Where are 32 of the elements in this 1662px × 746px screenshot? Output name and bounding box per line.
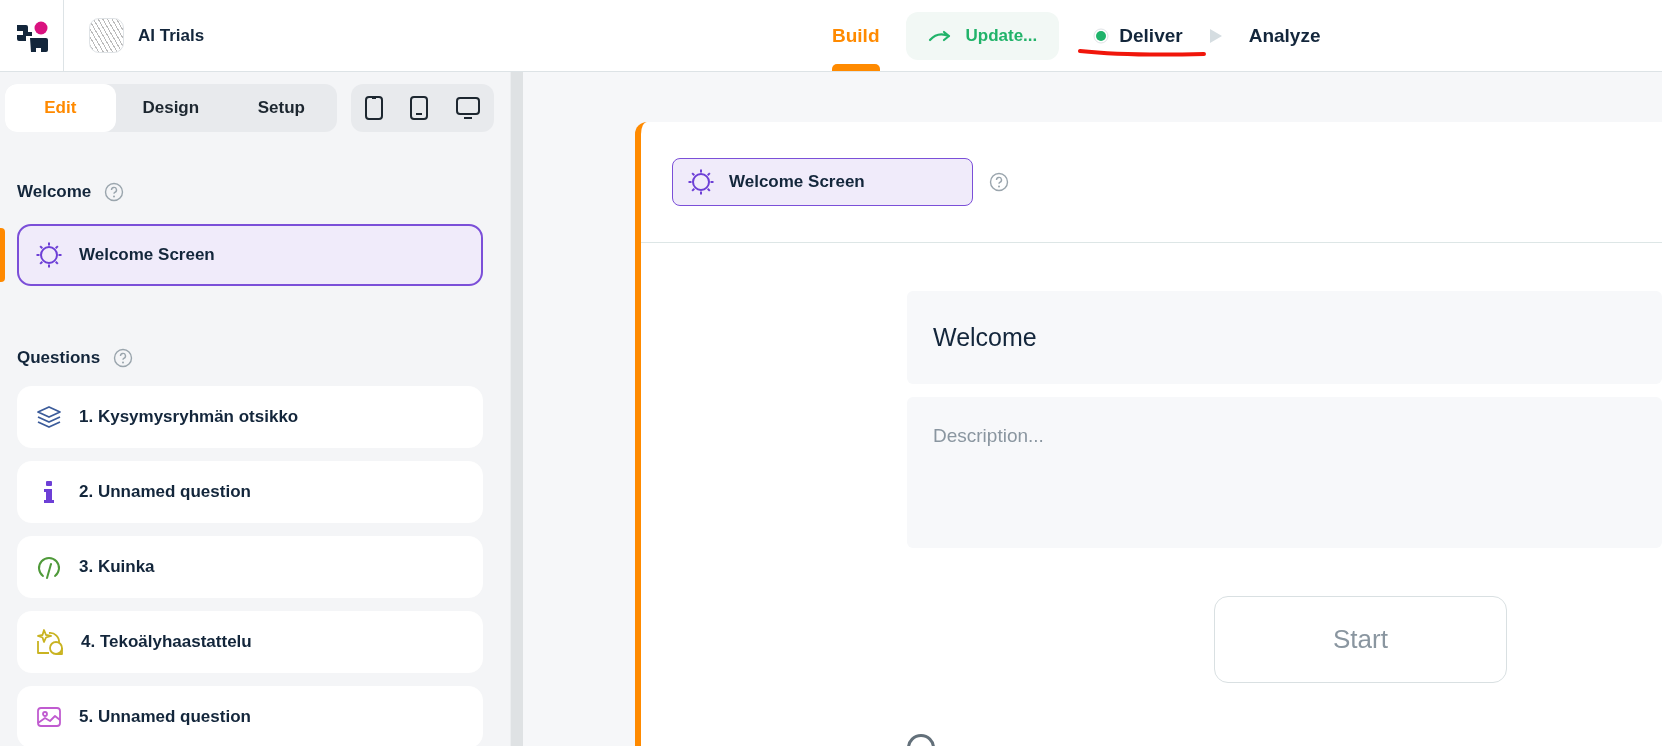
sun-icon [35, 241, 63, 269]
scrollbar[interactable] [510, 72, 523, 746]
sun-icon [687, 168, 715, 196]
mode-tab[interactable]: Setup [226, 84, 337, 132]
selection-indicator [0, 228, 5, 282]
play-icon [1208, 27, 1223, 44]
nav-tab[interactable]: Analyze [1248, 0, 1321, 71]
arrow-icon [927, 28, 952, 43]
help-icon[interactable] [104, 182, 125, 202]
layers-icon [35, 403, 63, 431]
nav-tab[interactable]: Deliver [1093, 0, 1183, 71]
welcome-item[interactable]: Welcome Screen [17, 224, 483, 286]
sparkle-chat-icon [35, 627, 65, 657]
question-item[interactable]: 5. Unnamed question [17, 686, 483, 746]
section-title: Questions [17, 348, 101, 368]
screen-chip: Welcome Screen [672, 158, 973, 206]
help-icon[interactable] [113, 348, 134, 368]
mode-tab[interactable]: Design [115, 84, 227, 132]
tablet-icon[interactable] [409, 95, 430, 121]
status-dot-icon [1093, 27, 1110, 44]
question-item[interactable]: 1. Kysymysryhmän otsikko [17, 386, 483, 448]
title-field[interactable]: Welcome [907, 291, 1662, 384]
section-title: Welcome [17, 182, 92, 202]
desktop-icon[interactable] [455, 95, 482, 121]
phone-icon[interactable] [363, 95, 384, 121]
description-field[interactable]: Description... [907, 397, 1662, 548]
question-item[interactable]: 3. Kuinka [17, 536, 483, 598]
question-item[interactable]: 2. Unnamed question [17, 461, 483, 523]
project-avatar[interactable] [89, 18, 124, 53]
help-icon[interactable] [989, 172, 1009, 192]
project-name: AI Trials [138, 25, 205, 46]
question-item[interactable]: 4. Tekoälyhaastattelu [17, 611, 483, 673]
